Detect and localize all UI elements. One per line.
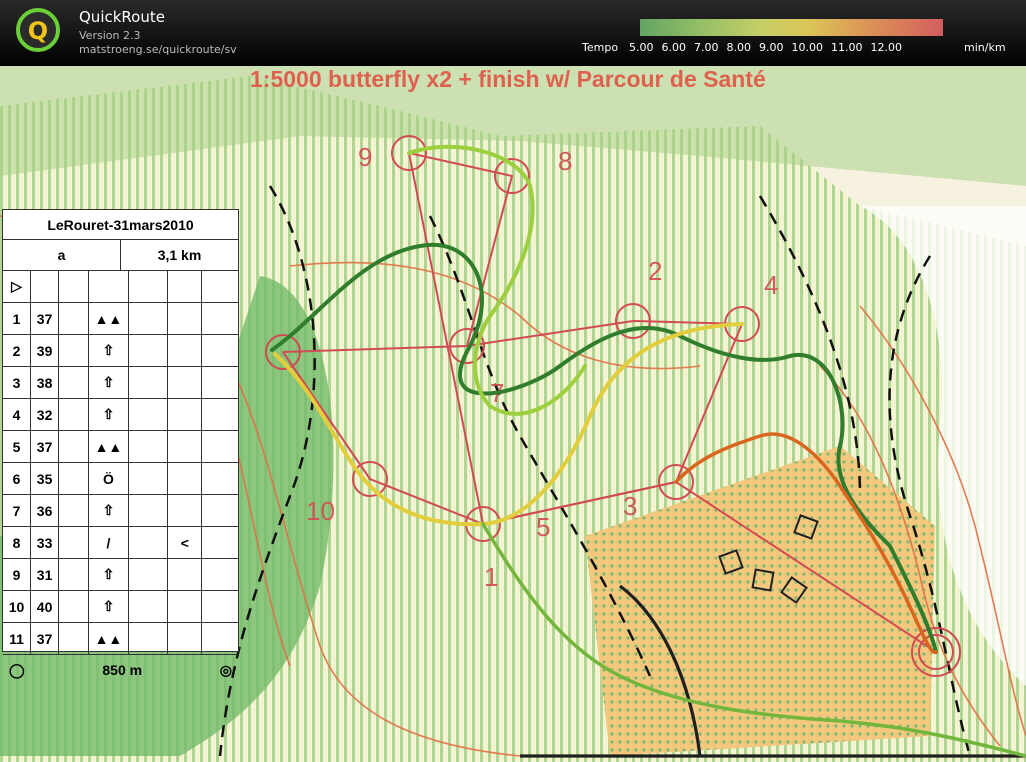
course-distance: 3,1 km [157, 247, 202, 263]
control-row: 1 37 ▲▲ [3, 303, 238, 335]
control-symbol: ⇧ [89, 591, 129, 622]
control-symbol: ▲▲ [89, 623, 129, 654]
control-code: 37 [31, 431, 60, 462]
control-number: 2 [3, 335, 32, 366]
control-row: 11 37 ▲▲ [3, 623, 238, 655]
control-extra [168, 335, 203, 366]
control-code: 36 [31, 495, 60, 526]
start-icon: ▷ [3, 271, 32, 302]
quickroute-logo-icon: Q [16, 8, 60, 52]
control-extra [168, 303, 203, 334]
tempo-color-scale [640, 19, 943, 36]
control-number: 3 [3, 367, 32, 398]
control-code: 37 [31, 303, 60, 334]
tempo-tick: 6.00 [661, 41, 687, 54]
tempo-tick: 11.00 [831, 41, 863, 54]
svg-text:10: 10 [306, 496, 335, 526]
control-symbol: / [89, 527, 129, 558]
control-number: 5 [3, 431, 32, 462]
control-description-card: LeRouret-31mars2010 a 3,1 km ▷ 1 37 ▲▲ 2… [2, 209, 239, 678]
course-class: a [3, 240, 121, 270]
control-symbol: ⇧ [89, 335, 129, 366]
control-code: 39 [31, 335, 60, 366]
control-extra [168, 463, 203, 494]
control-number: 6 [3, 463, 32, 494]
control-symbol: ⇧ [89, 559, 129, 590]
finish-distance: 850 m [102, 662, 143, 678]
control-code: 40 [31, 591, 60, 622]
control-symbol: ▲▲ [89, 303, 129, 334]
control-extra [168, 399, 203, 430]
control-number: 10 [3, 591, 32, 622]
app-title: QuickRoute [79, 8, 165, 26]
control-code: 38 [31, 367, 60, 398]
finish-end-icon: ◎ [219, 661, 232, 678]
control-number: 8 [3, 527, 32, 558]
start-row: ▷ [3, 271, 238, 303]
control-extra [168, 367, 203, 398]
control-row: 8 33 / < [3, 527, 238, 559]
tempo-tick: 8.00 [726, 41, 752, 54]
control-extra [168, 559, 203, 590]
control-symbol: ⇧ [89, 367, 129, 398]
tempo-ticks: 5.00 6.00 7.00 8.00 9.00 10.00 11.00 12.00 [629, 41, 929, 54]
tempo-tick: 12.00 [870, 41, 903, 54]
control-code: 32 [31, 399, 60, 430]
svg-text:8: 8 [558, 146, 572, 176]
control-row: 7 36 ⇧ [3, 495, 238, 527]
tempo-label: Tempo [582, 41, 619, 54]
svg-text:9: 9 [358, 142, 372, 172]
svg-text:3: 3 [623, 491, 637, 521]
tempo-tick: 5.00 [629, 41, 654, 54]
control-code: 33 [31, 527, 60, 558]
tempo-tick: 7.00 [694, 41, 719, 54]
control-row: 3 38 ⇧ [3, 367, 238, 399]
svg-text:5: 5 [536, 512, 550, 542]
control-number: 9 [3, 559, 32, 590]
control-extra: < [168, 527, 203, 558]
svg-text:4: 4 [764, 270, 778, 300]
control-symbol: ⇧ [89, 399, 129, 430]
control-extra [168, 623, 203, 654]
tempo-tick: 10.00 [791, 41, 824, 54]
finish-row: ◯ 850 m ◎ [3, 655, 238, 685]
control-code: 35 [31, 463, 60, 494]
control-row: 5 37 ▲▲ [3, 431, 238, 463]
svg-text:Q: Q [28, 17, 48, 45]
svg-text:1: 1 [484, 562, 498, 592]
orienteering-map[interactable]: 9 8 2 4 7 3 5 10 1 1:5000 butterfly x2 +… [0, 66, 1026, 762]
control-number: 1 [3, 303, 32, 334]
finish-start-icon: ◯ [9, 661, 25, 678]
control-row: 6 35 Ö [3, 463, 238, 495]
app-version: Version 2.3 [79, 29, 141, 42]
svg-text:2: 2 [648, 256, 662, 286]
control-row: 4 32 ⇧ [3, 399, 238, 431]
app-header: Q QuickRoute Version 2.3 matstroeng.se/q… [0, 0, 1026, 66]
control-symbol: ⇧ [89, 495, 129, 526]
tempo-unit: min/km [964, 41, 1006, 54]
control-number: 4 [3, 399, 32, 430]
control-row: 9 31 ⇧ [3, 559, 238, 591]
control-symbol: Ö [89, 463, 129, 494]
control-row: 10 40 ⇧ [3, 591, 238, 623]
control-extra [168, 591, 203, 622]
control-symbol: ▲▲ [89, 431, 129, 462]
control-number: 7 [3, 495, 32, 526]
event-title: LeRouret-31mars2010 [3, 210, 238, 240]
map-title: 1:5000 butterfly x2 + finish w/ Parcour … [250, 66, 766, 92]
control-code: 31 [31, 559, 60, 590]
control-extra [168, 431, 203, 462]
control-code: 37 [31, 623, 60, 654]
control-row: 2 39 ⇧ [3, 335, 238, 367]
control-extra [168, 495, 203, 526]
control-number: 11 [3, 623, 32, 654]
tempo-tick: 9.00 [759, 41, 784, 54]
app-url: matstroeng.se/quickroute/sv [79, 43, 237, 56]
